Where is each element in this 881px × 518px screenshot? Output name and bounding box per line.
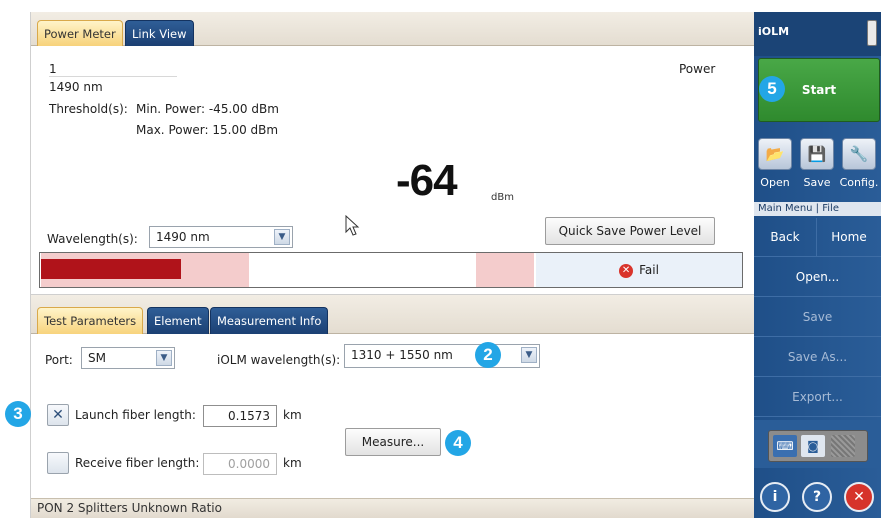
status-bar: PON 2 Splitters Unknown Ratio: [31, 498, 755, 518]
receive-fiber-unit: km: [283, 456, 302, 470]
wavelength-select-value: 1490 nm: [156, 230, 210, 244]
measure-button[interactable]: Measure...: [345, 428, 441, 456]
texture-icon: [831, 435, 855, 457]
tab-link-view[interactable]: Link View: [125, 20, 194, 46]
callout-4: 4: [445, 430, 471, 456]
tab-power-meter[interactable]: Power Meter: [37, 20, 123, 46]
receive-fiber-checkbox[interactable]: [47, 452, 69, 474]
sidebar: iOLM Start 5 📂 💾 🔧 Open Save Config. Mai…: [754, 12, 881, 518]
chevron-down-icon: ▼: [156, 350, 172, 366]
start-label: Start: [801, 83, 837, 97]
help-icon[interactable]: ?: [802, 482, 832, 512]
menu-item-save-as[interactable]: Save As...: [754, 338, 881, 377]
open-tool-label: Open: [760, 176, 790, 189]
iolm-wavelength-select[interactable]: 1310 + 1550 nm ▼: [344, 344, 540, 368]
keyboard-icon[interactable]: ⌨: [773, 435, 797, 457]
launch-fiber-label: Launch fiber length:: [75, 408, 196, 422]
wavelength-line: 1490 nm: [49, 80, 103, 94]
launch-fiber-unit: km: [283, 408, 302, 422]
chevron-down-icon: ▼: [274, 229, 290, 245]
callout-5: 5: [759, 76, 785, 102]
tools-icon[interactable]: 🔧: [842, 138, 876, 170]
chevron-down-icon: ▼: [521, 347, 537, 363]
iolm-wavelength-label: iOLM wavelength(s):: [217, 353, 341, 367]
menu-item-open[interactable]: Open...: [754, 258, 881, 297]
fiber-number: 1: [49, 62, 57, 76]
iolm-wavelength-value: 1310 + 1550 nm: [351, 348, 453, 362]
main-area: Power Meter Link View 1 1490 nm Power Th…: [5, 12, 755, 518]
callout-3: 3: [5, 401, 31, 427]
breadcrumb: Main Menu | File: [754, 202, 881, 216]
plug-icon: [867, 20, 877, 46]
power-label: Power: [679, 62, 716, 76]
bottom-tab-bar: Test Parameters Element Measurement Info: [31, 294, 755, 335]
back-button[interactable]: Back: [754, 218, 817, 257]
launch-fiber-length-input[interactable]: 0.1573: [203, 405, 277, 427]
divider: [49, 76, 177, 77]
home-button[interactable]: Home: [817, 218, 881, 257]
callout-2: 2: [475, 342, 501, 368]
menu-item-save[interactable]: Save: [754, 298, 881, 337]
mouse-pointer-icon: [345, 215, 360, 236]
port-select-value: SM: [88, 351, 106, 365]
wavelength-select[interactable]: 1490 nm ▼: [149, 226, 293, 248]
save-tool-label: Save: [803, 176, 831, 189]
status-text: Fail: [639, 263, 659, 277]
close-icon[interactable]: ✕: [844, 482, 874, 512]
app-name: iOLM: [758, 25, 790, 38]
info-icon[interactable]: i: [760, 482, 790, 512]
upper-range-zone: [476, 253, 534, 287]
receive-fiber-label: Receive fiber length:: [75, 456, 200, 470]
keyboard-panel: ⌨ ◙: [768, 430, 868, 462]
power-level-fill: [41, 259, 181, 279]
fail-icon: ✕: [619, 263, 634, 278]
wavelength-select-label: Wavelength(s):: [47, 232, 138, 246]
status-fail: ✕ Fail: [536, 253, 742, 287]
camera-icon[interactable]: ◙: [801, 435, 825, 457]
port-select[interactable]: SM ▼: [81, 347, 175, 369]
receive-fiber-length-input[interactable]: 0.0000: [203, 453, 277, 475]
power-value: -64: [396, 156, 458, 205]
tab-element[interactable]: Element: [147, 307, 209, 335]
folder-icon[interactable]: 📂: [758, 138, 792, 170]
launch-fiber-checkbox[interactable]: ✕: [47, 404, 69, 426]
max-power: Max. Power: 15.00 dBm: [136, 123, 279, 137]
quick-save-power-level-button[interactable]: Quick Save Power Level: [545, 217, 715, 245]
tab-test-parameters[interactable]: Test Parameters: [37, 307, 144, 335]
menu-item-export[interactable]: Export...: [754, 378, 881, 417]
min-power: Min. Power: -45.00 dBm: [136, 102, 279, 116]
tab-measurement-info[interactable]: Measurement Info: [210, 307, 329, 335]
sidebar-header: iOLM: [754, 12, 881, 56]
floppy-icon[interactable]: 💾: [800, 138, 834, 170]
power-level-bar: ✕ Fail: [39, 252, 743, 288]
top-tab-bar: Power Meter Link View: [31, 12, 755, 46]
power-unit: dBm: [491, 192, 514, 203]
threshold-label: Threshold(s):: [49, 102, 128, 116]
port-label: Port:: [45, 353, 73, 367]
config-tool-label: Config.: [839, 176, 879, 189]
